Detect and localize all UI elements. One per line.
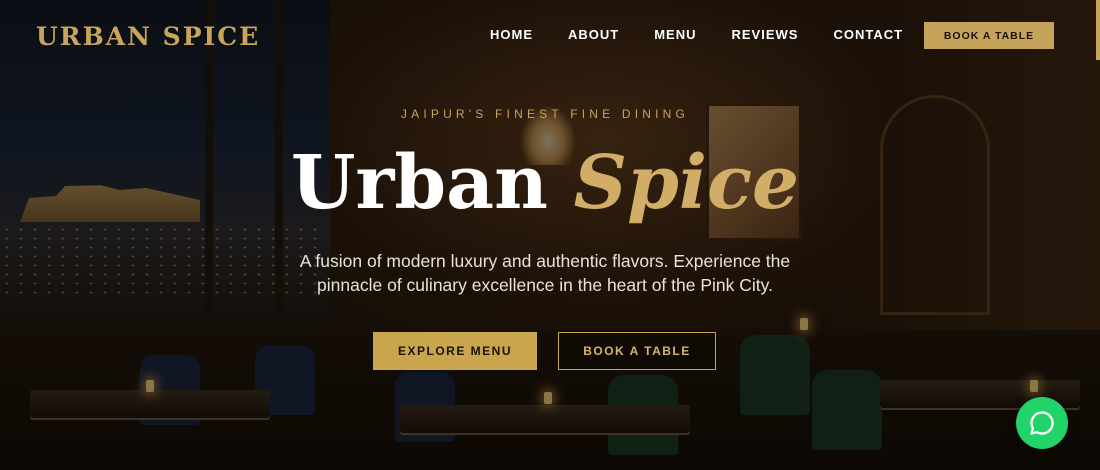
hero-title-main: Urban [290, 140, 548, 226]
hero-subtitle: A fusion of modern luxury and authentic … [299, 251, 791, 295]
hero-eyebrow: JAIPUR'S FINEST FINE DINING [400, 107, 690, 121]
whatsapp-chat-icon [1030, 411, 1054, 435]
whatsapp-chat-button[interactable] [1016, 397, 1068, 449]
nav-item-about[interactable]: ABOUT [568, 27, 619, 42]
top-navigation: URBAN SPICE HOME ABOUT MENU REVIEWS CONT… [0, 0, 1100, 72]
brand-logo[interactable]: URBAN SPICE [36, 22, 260, 51]
hero-title-accent: Spice [573, 140, 800, 226]
nav-links: HOME ABOUT MENU REVIEWS CONTACT [490, 27, 903, 42]
explore-menu-button[interactable]: EXPLORE MENU [373, 332, 537, 370]
hero-title: Urban Spice [0, 138, 1090, 228]
nav-item-contact[interactable]: CONTACT [833, 27, 903, 42]
book-table-button[interactable]: BOOK A TABLE [558, 332, 716, 370]
nav-item-reviews[interactable]: REVIEWS [732, 27, 799, 42]
nav-item-home[interactable]: HOME [490, 27, 533, 42]
nav-book-table-button[interactable]: BOOK A TABLE [924, 22, 1054, 49]
nav-item-menu[interactable]: MENU [654, 27, 696, 42]
